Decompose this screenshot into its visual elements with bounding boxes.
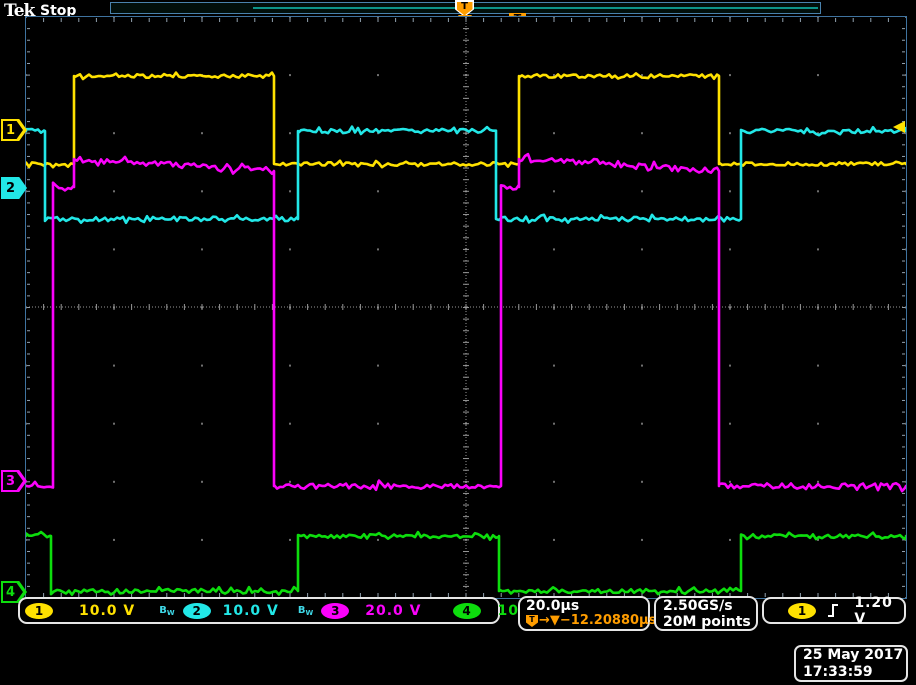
ch2-bandwidth-tag: BW [298, 605, 313, 617]
waveform-display [25, 16, 907, 599]
ch1-position-marker[interactable]: 1 [1, 119, 27, 141]
ch4-badge[interactable]: 4 [453, 603, 481, 619]
ch1-scale: 10.0 V [79, 603, 135, 619]
trigger-level-arrow-icon[interactable] [893, 121, 905, 133]
ch1-badge[interactable]: 1 [25, 603, 53, 619]
ch2-badge[interactable]: 2 [183, 603, 211, 619]
ch3-badge[interactable]: 3 [321, 603, 349, 619]
ch2-scale: 10.0 V [223, 603, 279, 619]
rising-edge-icon [826, 602, 838, 619]
timebase-readout[interactable]: 20.0µs T →▼−12.20880µs [518, 596, 650, 631]
scope-canvas [26, 17, 906, 598]
ch3-scale: 20.0 V [365, 603, 421, 619]
ch2-marker-label: 2 [1, 177, 20, 199]
ch2-trace [26, 127, 906, 223]
record-waveform-line [253, 7, 818, 9]
trigger-delay-readout: T →▼−12.20880µs [526, 614, 656, 628]
trigger-readout[interactable]: 1 1.20 V [762, 597, 906, 624]
trigger-level-value: 1.20 V [854, 595, 904, 627]
timebase-scale: 20.0µs [526, 599, 579, 614]
time-value: 17:33:59 [803, 664, 873, 681]
ch3-position-marker[interactable]: 3 [1, 470, 27, 492]
trigger-t-icon-small: T [526, 615, 538, 627]
channel-readouts[interactable]: 1 10.0 V BW 2 10.0 V BW 3 20.0 V 4 10.0 … [18, 597, 500, 624]
ch1-marker-label: 1 [1, 119, 20, 141]
sample-rate: 2.50GS/s [663, 598, 733, 614]
acquisition-readout[interactable]: 2.50GS/s 20M points [654, 596, 758, 631]
ch2-position-marker[interactable]: 2 [1, 177, 27, 199]
record-length: 20M points [663, 614, 751, 630]
datetime-readout: 25 May 2017 17:33:59 [794, 645, 908, 682]
ch3-marker-label: 3 [1, 470, 20, 492]
ch1-bandwidth-tag: BW [159, 605, 174, 617]
trigger-source-badge: 1 [788, 603, 816, 619]
ch4-marker-label: 4 [1, 581, 20, 603]
date-value: 25 May 2017 [803, 647, 903, 664]
